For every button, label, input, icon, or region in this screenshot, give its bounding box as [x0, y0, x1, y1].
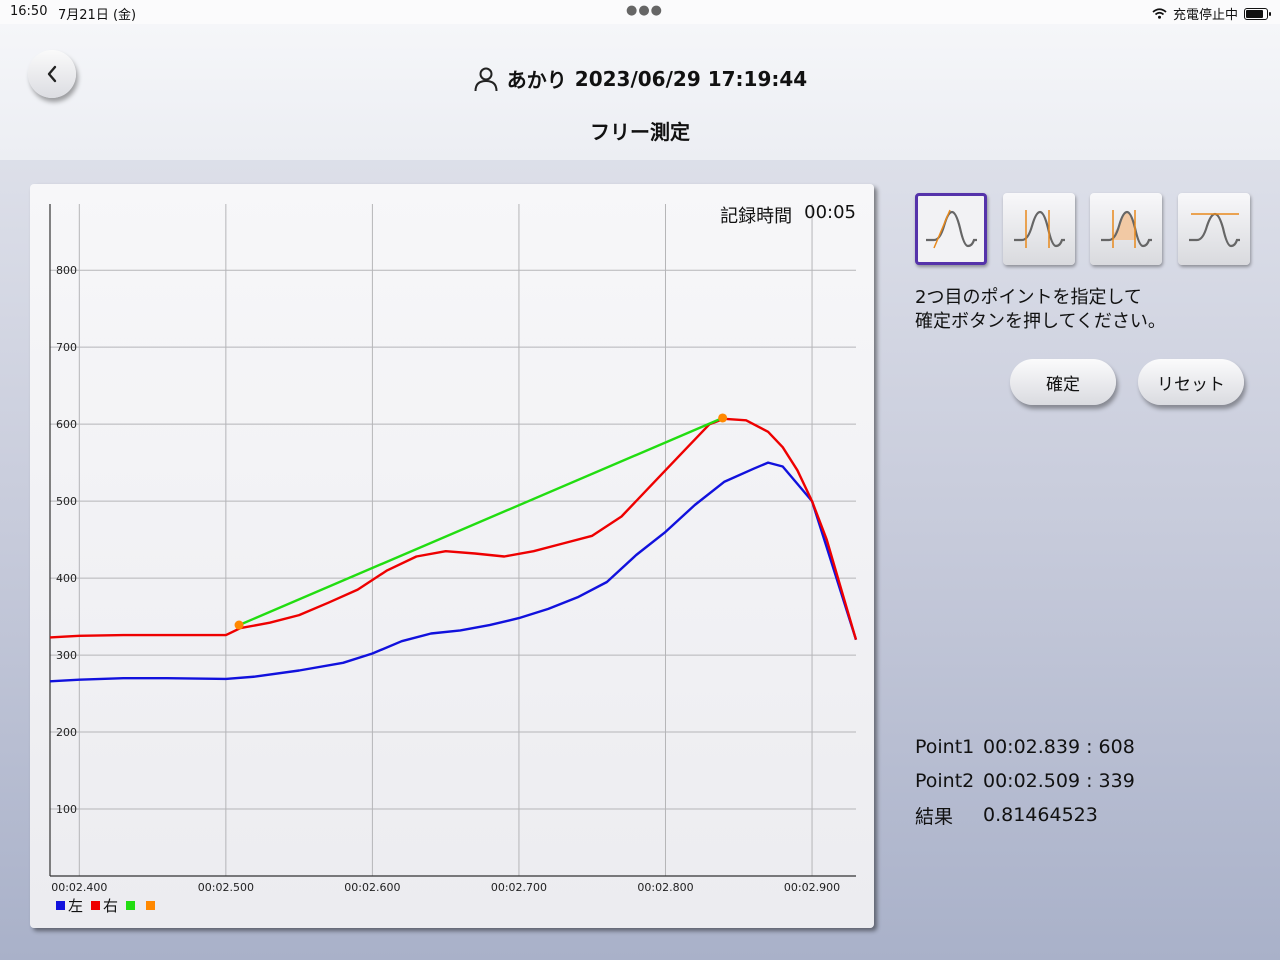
user-name: あかり [506, 68, 567, 92]
mode-button-4[interactable] [1178, 193, 1250, 265]
instruction-text: 2つ目のポイントを指定して 確定ボタンを押してください。 [915, 286, 1166, 334]
x-tick-label: 00:02.400 [51, 881, 107, 894]
multitask-dots-icon[interactable]: ●●● [626, 3, 663, 18]
confirm-button[interactable]: 確定 [1010, 359, 1116, 405]
legend-item [146, 901, 158, 910]
legend-item: 左 [56, 895, 83, 916]
result-value: 0.81464523 [983, 804, 1098, 826]
instruction-line-2: 確定ボタンを押してください。 [915, 311, 1166, 332]
mode-button-3[interactable] [1090, 193, 1162, 265]
header: あかり 2023/06/29 17:19:44 フリー測定 [0, 24, 1280, 160]
y-tick-label: 600 [56, 418, 77, 431]
y-tick-label: 200 [56, 726, 77, 739]
point2-value: 00:02.509 : 339 [983, 770, 1135, 792]
legend-label: 右 [103, 897, 119, 915]
status-bar: 16:50 7月21日 (金) ●●● 充電停止中 [0, 0, 1280, 24]
selected-point-marker[interactable] [718, 413, 728, 423]
wave-mode-2-icon [1014, 210, 1065, 248]
reset-button[interactable]: リセット [1138, 359, 1244, 405]
legend-item [126, 901, 138, 910]
user-info: あかり 2023/06/29 17:19:44 [0, 64, 1280, 93]
point1-row: Point1 00:02.839 : 608 [915, 730, 1135, 764]
y-tick-label: 500 [56, 495, 77, 508]
status-time: 16:50 [10, 4, 48, 19]
y-tick-label: 800 [56, 264, 77, 277]
user-icon [474, 67, 498, 91]
page-title: フリー測定 [590, 120, 690, 144]
point-connector-line [238, 416, 724, 627]
x-tick-label: 00:02.500 [198, 881, 254, 894]
point1-value: 00:02.839 : 608 [983, 736, 1135, 758]
record-time: 記録時間 00:05 [720, 202, 856, 228]
result-row: 結果 0.81464523 [915, 798, 1135, 832]
y-tick-label: 300 [56, 649, 77, 662]
legend-swatch [126, 901, 136, 910]
legend-swatch [146, 901, 156, 910]
status-right: 充電停止中 [1152, 4, 1271, 23]
y-tick-label: 400 [56, 572, 77, 585]
chart-panel[interactable]: 100 200 300 400 500 600 700 800 00:02.400 00:02.5… [30, 184, 874, 928]
results-panel: Point1 00:02.839 : 608 Point2 00:02.509 … [915, 730, 1135, 832]
legend-swatch [91, 901, 101, 910]
wave-mode-1-icon [926, 209, 977, 249]
record-time-value: 00:05 [804, 202, 856, 223]
x-tick-label: 00:02.800 [637, 881, 693, 894]
wave-mode-4-icon [1189, 212, 1240, 248]
series-left-line [49, 461, 858, 683]
legend-item: 右 [91, 895, 118, 916]
y-tick-label: 100 [56, 803, 77, 816]
point2-label: Point2 [915, 770, 975, 792]
selected-point-marker[interactable] [234, 620, 244, 630]
x-tick-label: 00:02.600 [344, 881, 400, 894]
charging-status: 充電停止中 [1172, 8, 1238, 23]
record-time-label: 記録時間 [720, 206, 793, 227]
wave-mode-3-icon [1101, 210, 1152, 248]
measurement-datetime: 2023/06/29 17:19:44 [574, 66, 808, 91]
chart-legend: 左右 [56, 895, 162, 916]
wifi-icon [1152, 8, 1167, 19]
mode-button-1[interactable] [915, 193, 987, 265]
result-label: 結果 [915, 805, 954, 828]
point2-row: Point2 00:02.509 : 339 [915, 764, 1135, 798]
x-tick-label: 00:02.900 [784, 881, 840, 894]
status-date: 7月21日 (金) [58, 8, 137, 23]
instruction-line-1: 2つ目のポイントを指定して [915, 287, 1142, 308]
x-tick-label: 00:02.700 [491, 881, 547, 894]
point1-label: Point1 [915, 736, 975, 758]
mode-button-2[interactable] [1003, 193, 1075, 265]
battery-icon [1244, 7, 1271, 20]
y-tick-label: 700 [56, 341, 77, 354]
series-right-line [49, 417, 858, 641]
waveform-chart[interactable]: 100 200 300 400 500 600 700 800 00:02.400 00:02.5… [30, 184, 874, 928]
legend-swatch [56, 901, 65, 910]
legend-label: 左 [68, 897, 84, 915]
